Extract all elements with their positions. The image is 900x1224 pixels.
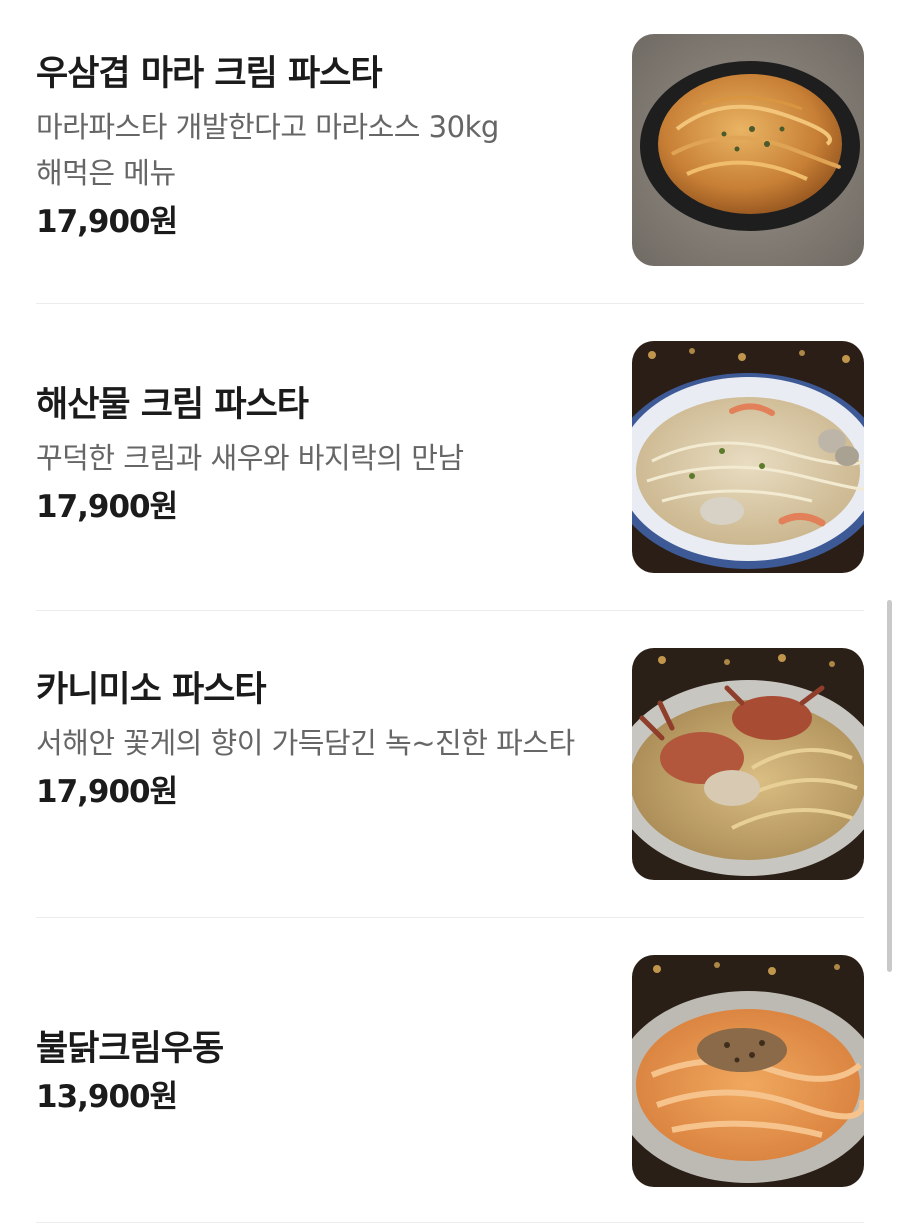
menu-item-description: 서해안 꽃게의 향이 가득담긴 녹~진한 파스타 — [36, 726, 575, 760]
menu-item[interactable]: 해산물 크림 파스타 꾸덕한 크림과 새우와 바지락의 만남 17,900원 — [36, 341, 864, 573]
menu-item-price: 17,900원 — [36, 774, 178, 810]
crab-miso-pasta-photo[interactable] — [632, 648, 864, 880]
menu-item-description: 꾸덕한 크림과 새우와 바지락의 만남 — [36, 441, 464, 475]
divider — [36, 610, 864, 611]
scrollbar[interactable] — [887, 600, 892, 972]
menu-item-name: 해산물 크림 파스타 — [36, 385, 309, 425]
buldak-cream-udon-photo[interactable] — [632, 955, 864, 1187]
menu-item-price: 13,900원 — [36, 1079, 178, 1115]
menu-item-name: 불닭크림우동 — [36, 1029, 224, 1069]
mala-cream-pasta-photo[interactable] — [632, 34, 864, 266]
menu-item-name: 카니미소 파스타 — [36, 670, 267, 710]
menu-item-name: 우삼겹 마라 크림 파스타 — [36, 54, 383, 94]
divider — [36, 1222, 864, 1223]
menu-item-price: 17,900원 — [36, 489, 178, 525]
seafood-cream-pasta-photo[interactable] — [632, 341, 864, 573]
menu-item-text: 불닭크림우동 13,900원 — [36, 1027, 596, 1117]
menu-item-price: 17,900원 — [36, 204, 178, 240]
menu-item[interactable]: 우삼겹 마라 크림 파스타 마라파스타 개발한다고 마라소스 30kg 해먹은 … — [36, 34, 864, 266]
menu-item[interactable]: 카니미소 파스타 서해안 꽃게의 향이 가득담긴 녹~진한 파스타 17,900… — [36, 648, 864, 880]
menu-item[interactable]: 불닭크림우동 13,900원 — [36, 955, 864, 1187]
divider — [36, 917, 864, 918]
menu-item-text: 카니미소 파스타 서해안 꽃게의 향이 가득담긴 녹~진한 파스타 17,900… — [36, 668, 596, 812]
divider — [36, 303, 864, 304]
menu-item-description: 마라파스타 개발한다고 마라소스 30kg 해먹은 메뉴 — [36, 110, 499, 190]
menu-item-text: 우삼겹 마라 크림 파스타 마라파스타 개발한다고 마라소스 30kg 해먹은 … — [36, 52, 596, 242]
menu-item-text: 해산물 크림 파스타 꾸덕한 크림과 새우와 바지락의 만남 17,900원 — [36, 383, 596, 527]
